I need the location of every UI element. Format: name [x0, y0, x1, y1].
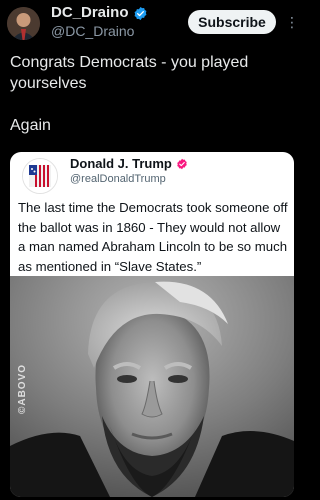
post-text: Congrats Democrats - you played yourselv… [10, 54, 249, 134]
embedded-display-name: Donald J. Trump [70, 156, 172, 171]
display-name-row[interactable]: DC_Draino [51, 4, 148, 22]
name-block: DC_Draino @DC_Draino [51, 4, 148, 40]
embedded-post-text: The last time the Democrats took someone… [18, 200, 288, 274]
more-icon[interactable]: ⋮ [285, 10, 299, 34]
display-name[interactable]: DC_Draino [51, 4, 129, 22]
watermark: ©ABOVO [17, 363, 28, 414]
embedded-name-block: Donald J. Trump @realDonaldTrump [70, 155, 188, 187]
subscribe-button[interactable]: Subscribe [188, 10, 276, 34]
portrait-image[interactable] [10, 276, 294, 497]
embedded-avatar [22, 158, 58, 194]
verified-badge-icon [177, 158, 187, 169]
avatar[interactable] [7, 7, 40, 40]
post-header: DC_Draino @DC_Draino Subscribe ⋮ [0, 0, 304, 44]
handle[interactable]: @DC_Draino [51, 22, 148, 40]
embedded-handle: @realDonaldTrump [70, 173, 166, 185]
embedded-post-card[interactable]: Donald J. Trump @realDonaldTrump The las… [10, 152, 294, 497]
embedded-display-name-row: Donald J. Trump [70, 155, 188, 172]
verified-badge-icon [134, 6, 146, 20]
